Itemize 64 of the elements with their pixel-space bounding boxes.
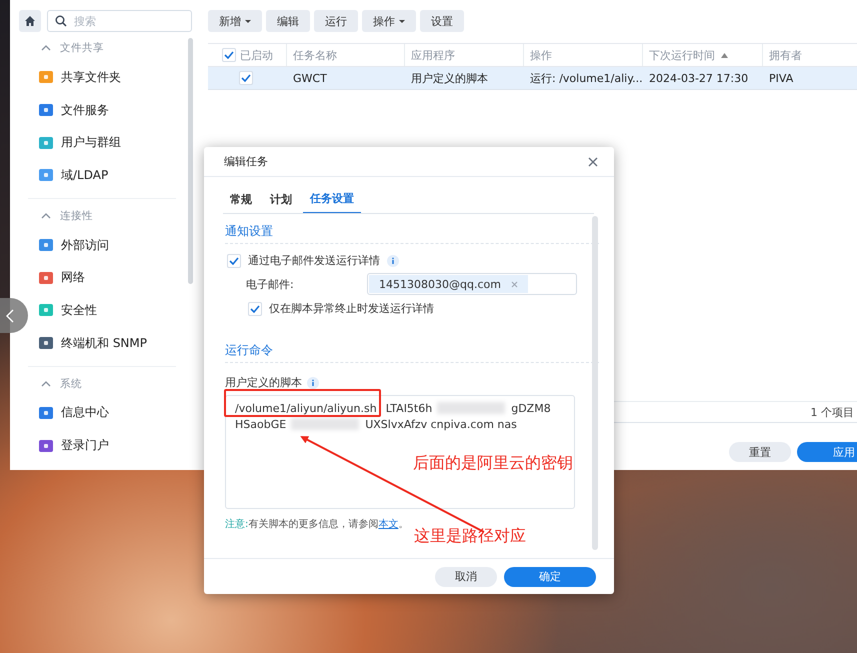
- sidebar-item[interactable]: 信息中心: [28, 396, 195, 430]
- dialog-button[interactable]: 确定: [504, 566, 596, 586]
- toolbar-button[interactable]: 新增: [208, 10, 262, 32]
- dialog-button[interactable]: 取消: [435, 566, 497, 586]
- table-row[interactable]: GWCT 用户定义的脚本 运行: /volume1/aliy... 2024-03-27 17:30 PIVA: [208, 67, 857, 90]
- info-icon[interactable]: [387, 254, 399, 266]
- info-icon[interactable]: [307, 376, 319, 388]
- sidebar-item[interactable]: 网络: [28, 261, 195, 294]
- annotation-text: 这里是路径对应: [414, 526, 526, 547]
- home-icon: [24, 15, 36, 27]
- checkbox[interactable]: [222, 48, 236, 62]
- tab[interactable]: 计划: [263, 185, 299, 213]
- checkbox[interactable]: [239, 71, 253, 85]
- email-tag: 1451308030@qq.com: [369, 275, 528, 293]
- sidebar-item[interactable]: 文件服务: [28, 94, 195, 126]
- article-link[interactable]: 本文: [378, 519, 398, 530]
- script-text: UXSlvxAfzv cnpiva.com nas: [365, 418, 517, 430]
- script-text: HSaobGE: [235, 418, 286, 430]
- field-label: 用户定义的脚本: [225, 375, 302, 390]
- checkbox-label: 仅在脚本异常终止时发送运行详情: [269, 301, 434, 316]
- checkbox-label: 通过电子邮件发送运行详情: [248, 253, 380, 268]
- chevron-left-icon: [6, 308, 14, 322]
- toolbar-button[interactable]: 运行: [314, 10, 358, 32]
- table-cell: 2024-03-27 17:30: [649, 72, 748, 84]
- sidebar-item[interactable]: 终端机和 SNMP: [28, 326, 195, 360]
- script-text: LTAI5t6h: [386, 402, 432, 414]
- scrollbar[interactable]: [188, 38, 193, 284]
- chevron-icon[interactable]: [41, 380, 51, 388]
- toolbar-button[interactable]: 设置: [420, 10, 464, 32]
- footer-button[interactable]: 重置: [729, 442, 791, 462]
- table-cell: PIVA: [769, 72, 794, 84]
- checkbox[interactable]: [227, 254, 241, 268]
- script-text: gDZM8: [511, 402, 551, 414]
- sidebar-item[interactable]: 登录门户: [28, 429, 195, 462]
- search-field[interactable]: 搜索: [47, 10, 192, 32]
- sidebar-item[interactable]: 域/LDAP: [28, 159, 195, 192]
- email-field[interactable]: 1451308030@qq.com: [367, 273, 577, 295]
- tab[interactable]: 任务设置: [303, 185, 361, 213]
- footer-button[interactable]: 应用: [797, 442, 857, 462]
- script-text: /volume1/aliyun/aliyun.sh: [235, 402, 377, 414]
- checkbox[interactable]: [248, 302, 262, 316]
- section-heading: 文件共享: [60, 41, 104, 55]
- close-icon[interactable]: [588, 156, 598, 166]
- table-cell: GWCT: [293, 72, 327, 84]
- chevron-icon[interactable]: [41, 212, 51, 220]
- chevron-icon[interactable]: [41, 44, 51, 52]
- table-cell: 运行: /volume1/aliy...: [530, 70, 643, 86]
- section-heading: 系统: [60, 376, 82, 390]
- note-text: 注意:有关脚本的更多信息，请参阅本文。: [225, 518, 410, 531]
- dialog-title: 编辑任务: [224, 154, 268, 169]
- scrollbar[interactable]: [592, 216, 598, 550]
- annotation-text: 后面的是阿里云的密钥: [413, 453, 573, 474]
- table-cell: 用户定义的脚本: [411, 70, 488, 86]
- section-heading: 连接性: [60, 208, 93, 223]
- sidebar-item[interactable]: 安全性: [28, 294, 195, 327]
- tab[interactable]: 常规: [223, 185, 259, 213]
- toolbar-button[interactable]: 编辑: [266, 10, 310, 32]
- home-button[interactable]: [19, 10, 41, 32]
- sidebar-item[interactable]: 用户与群组: [28, 126, 195, 160]
- field-label: 电子邮件:: [246, 276, 295, 292]
- toolbar-button[interactable]: 操作: [362, 10, 416, 32]
- sidebar-item[interactable]: 共享文件夹: [28, 61, 195, 94]
- sidebar-item[interactable]: 外部访问: [28, 228, 195, 262]
- item-count: 1 个项目: [810, 404, 854, 420]
